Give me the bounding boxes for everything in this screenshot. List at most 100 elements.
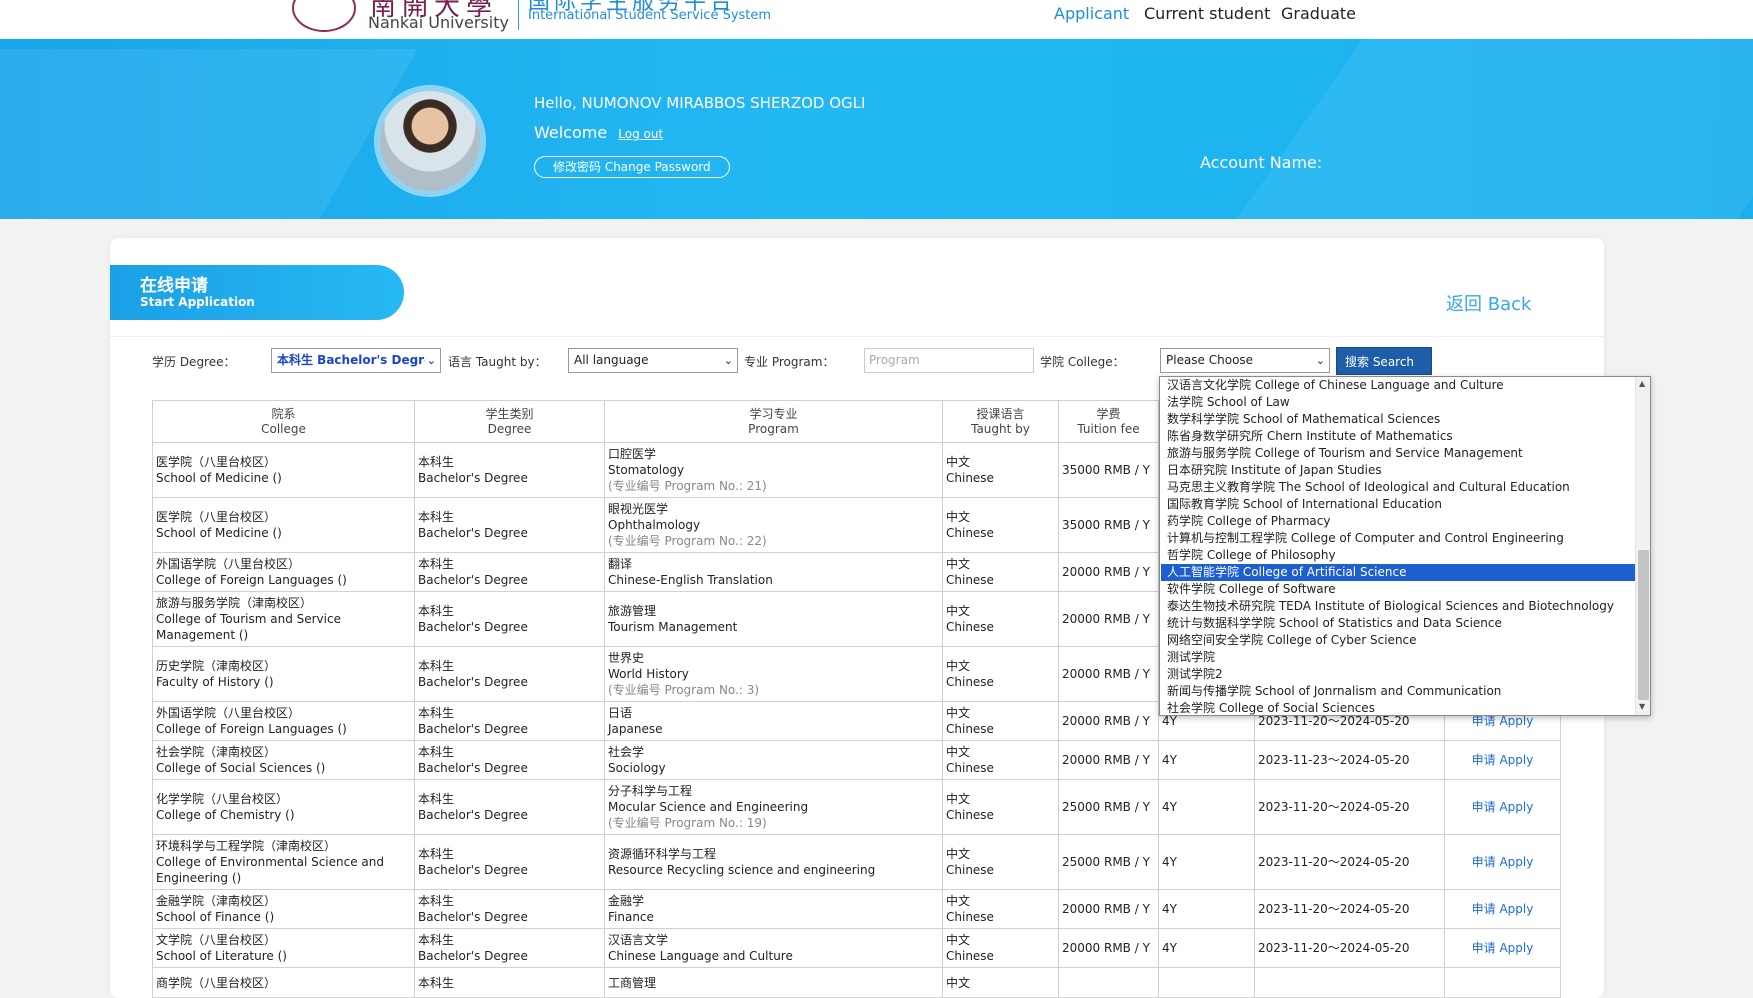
- college-cn: 历史学院（津南校区）: [156, 659, 277, 673]
- language-cell: 中文 Chinese: [942, 834, 1059, 890]
- college-option[interactable]: 统计与数据科学学院 School of Statistics and Data …: [1161, 615, 1635, 632]
- college-option[interactable]: 社会学院 College of Social Sciences: [1161, 700, 1635, 715]
- college-label: 学院 College：: [1040, 355, 1125, 369]
- tuition-fee: 20000 RMB / Y: [1062, 753, 1150, 767]
- degree-cell: 本科生 Bachelor's Degree: [414, 834, 605, 890]
- college-option[interactable]: 哲学院 College of Philosophy: [1161, 547, 1635, 564]
- apply-link[interactable]: 申请 Apply: [1472, 902, 1534, 916]
- degree-cn: 本科生: [418, 706, 455, 720]
- college-cn: 外国语学院（八里台校区）: [156, 706, 301, 720]
- language-cell: 中文 Chinese: [942, 779, 1059, 835]
- college-option[interactable]: 法学院 School of Law: [1161, 394, 1635, 411]
- college-option[interactable]: 软件学院 College of Software: [1161, 581, 1635, 598]
- college-en: College of Chemistry (): [156, 808, 295, 822]
- avatar: [376, 87, 484, 195]
- language-cell: 中文 Chinese: [942, 591, 1059, 647]
- college-option[interactable]: 国际教育学院 School of International Education: [1161, 496, 1635, 513]
- apply-cell: 申请 Apply: [1444, 740, 1561, 780]
- college-select[interactable]: Please Choose ⌄: [1160, 348, 1330, 373]
- apply-link[interactable]: 申请 Apply: [1472, 941, 1534, 955]
- greeting: Hello, NUMONOV MIRABBOS SHERZOD OGLI: [534, 94, 866, 112]
- tuition-fee: 20000 RMB / Y: [1062, 941, 1150, 955]
- scrollbar-thumb[interactable]: [1638, 550, 1649, 700]
- tuition-fee: 25000 RMB / Y: [1062, 855, 1150, 869]
- college-option[interactable]: 日本研究院 Institute of Japan Studies: [1161, 462, 1635, 479]
- program-cell: 日语 Japanese: [604, 701, 943, 741]
- program-cell: 分子科学与工程 Mocular Science and Engineering (专…: [604, 779, 943, 835]
- degree-label: 学历 Degree：: [152, 355, 236, 369]
- college-option[interactable]: 人工智能学院 College of Artificial Science: [1161, 564, 1635, 581]
- program-input[interactable]: Program: [864, 348, 1034, 373]
- period-cell: 2023-11-20～2024-05-20: [1254, 889, 1445, 929]
- application-period: 2023-11-20～2024-05-20: [1258, 941, 1410, 955]
- degree-en: Bachelor's Degree: [418, 526, 528, 540]
- duration-cell: 4Y: [1158, 889, 1255, 929]
- language-en: Chinese: [946, 910, 994, 924]
- column-header-en: Tuition fee: [1077, 421, 1140, 436]
- apply-link[interactable]: 申请 Apply: [1472, 855, 1534, 869]
- top-navbar: 南開大學 Nankai University 国际学生服务平台 Internat…: [0, 0, 1753, 39]
- tuition-fee: 35000 RMB / Y: [1062, 518, 1150, 532]
- duration-cell: 4Y: [1158, 834, 1255, 890]
- college-cn: 医学院（八里台校区）: [156, 510, 277, 524]
- scroll-down-icon[interactable]: ▼: [1639, 702, 1645, 711]
- language-cn: 中文: [946, 847, 971, 861]
- college-option[interactable]: 新闻与传播学院 School of Jonrnalism and Communi…: [1161, 683, 1635, 700]
- language-cn: 中文: [946, 933, 971, 947]
- college-option[interactable]: 陈省身数学研究所 Chern Institute of Mathematics: [1161, 428, 1635, 445]
- degree-en: Bachelor's Degree: [418, 573, 528, 587]
- degree-cell: 本科生 Bachelor's Degree: [414, 646, 605, 702]
- college-option[interactable]: 测试学院: [1161, 649, 1635, 666]
- duration: 4Y: [1162, 800, 1177, 814]
- college-option[interactable]: 旅游与服务学院 College of Tourism and Service M…: [1161, 445, 1635, 462]
- dropdown-scrollbar[interactable]: ▲ ▼: [1635, 377, 1650, 715]
- column-header: 授课语言 Taught by: [942, 400, 1059, 443]
- column-header: 学费 Tuition fee: [1058, 400, 1159, 443]
- logo-divider: [518, 0, 519, 30]
- scroll-up-icon[interactable]: ▲: [1639, 379, 1645, 388]
- column-header: 院系 College: [152, 400, 415, 443]
- language-cn: 中文: [946, 792, 971, 806]
- duration-cell: 4Y: [1158, 928, 1255, 968]
- college-option[interactable]: 网络空间安全学院 College of Cyber Science: [1161, 632, 1635, 649]
- language-cn: 中文: [946, 510, 971, 524]
- college-option[interactable]: 马克思主义教育学院 The School of Ideological and …: [1161, 479, 1635, 496]
- program-en: Sociology: [608, 761, 666, 775]
- degree-cn: 本科生: [418, 933, 455, 947]
- program-cn: 眼视光医学: [608, 502, 669, 516]
- program-en: Mocular Science and Engineering: [608, 800, 809, 814]
- duration-cell: 4Y: [1158, 740, 1255, 780]
- college-option[interactable]: 泰达生物技术研究院 TEDA Institute of Biological S…: [1161, 598, 1635, 615]
- apply-link[interactable]: 申请 Apply: [1472, 714, 1534, 728]
- college-option[interactable]: 测试学院2: [1161, 666, 1635, 683]
- logout-link[interactable]: Log out: [618, 127, 663, 141]
- nav-graduate[interactable]: Graduate: [1281, 4, 1356, 23]
- apply-link[interactable]: 申请 Apply: [1472, 753, 1534, 767]
- apply-link[interactable]: 申请 Apply: [1472, 800, 1534, 814]
- column-header-en: Degree: [487, 421, 532, 436]
- program-cell: 旅游管理 Tourism Management: [604, 591, 943, 647]
- search-button[interactable]: 搜索 Search: [1336, 347, 1432, 396]
- program-cell: 世界史 World History (专业编号 Program No.: 3): [604, 646, 943, 702]
- nav-applicant[interactable]: Applicant: [1054, 4, 1129, 23]
- program-en: Chinese-English Translation: [608, 573, 773, 587]
- college-option[interactable]: 汉语言文化学院 College of Chinese Language and …: [1161, 377, 1635, 394]
- back-link[interactable]: 返回 Back: [1446, 290, 1531, 316]
- nav-current-student[interactable]: Current student: [1144, 4, 1270, 23]
- change-password-button[interactable]: 修改密码 Change Password: [534, 156, 730, 178]
- college-option[interactable]: 数学科学学院 School of Mathematical Sciences: [1161, 411, 1635, 428]
- college-option[interactable]: 计算机与控制工程学院 College of Computer and Contr…: [1161, 530, 1635, 547]
- program-number: (专业编号 Program No.: 22): [608, 534, 767, 548]
- degree-select[interactable]: 本科生 Bachelor's Degree ⌄: [271, 348, 441, 373]
- degree-cell: 本科生 Bachelor's Degree: [414, 740, 605, 780]
- language-en: Chinese: [946, 863, 994, 877]
- column-header-en: Program: [748, 421, 799, 436]
- taught-by-select[interactable]: All language ⌄: [568, 348, 738, 373]
- college-en: School of Finance (): [156, 910, 275, 924]
- program-cn: 金融学: [608, 894, 645, 908]
- college-select-value: Please Choose: [1166, 353, 1254, 367]
- college-option[interactable]: 药学院 College of Pharmacy: [1161, 513, 1635, 530]
- college-dropdown-list[interactable]: ▲ ▼ 汉语言文化学院 College of Chinese Language …: [1159, 376, 1651, 716]
- table-row: 化学学院（八里台校区） College of Chemistry () 本科生 Bac…: [152, 779, 1561, 835]
- account-name-label: Account Name:: [1200, 153, 1323, 172]
